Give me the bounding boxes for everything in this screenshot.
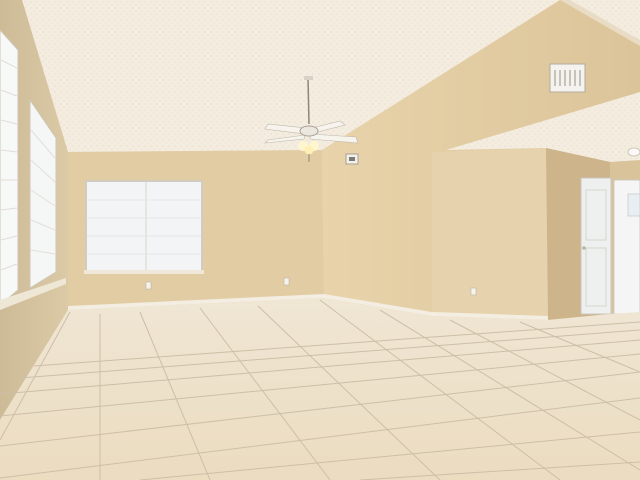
room-scene — [0, 0, 640, 480]
left-window-front — [0, 29, 19, 306]
front-door-window — [627, 193, 640, 217]
back-window — [85, 180, 203, 274]
wall-outlet — [145, 281, 152, 290]
window-sill — [84, 270, 204, 274]
wall-outlet — [283, 277, 290, 286]
room-illustration — [0, 0, 640, 480]
wall-outlet — [470, 287, 477, 296]
tile-floor — [0, 298, 640, 480]
door-knob — [582, 246, 586, 250]
hallway-light — [627, 147, 640, 157]
thermostat-display — [349, 157, 355, 161]
partition-wall — [432, 148, 548, 320]
